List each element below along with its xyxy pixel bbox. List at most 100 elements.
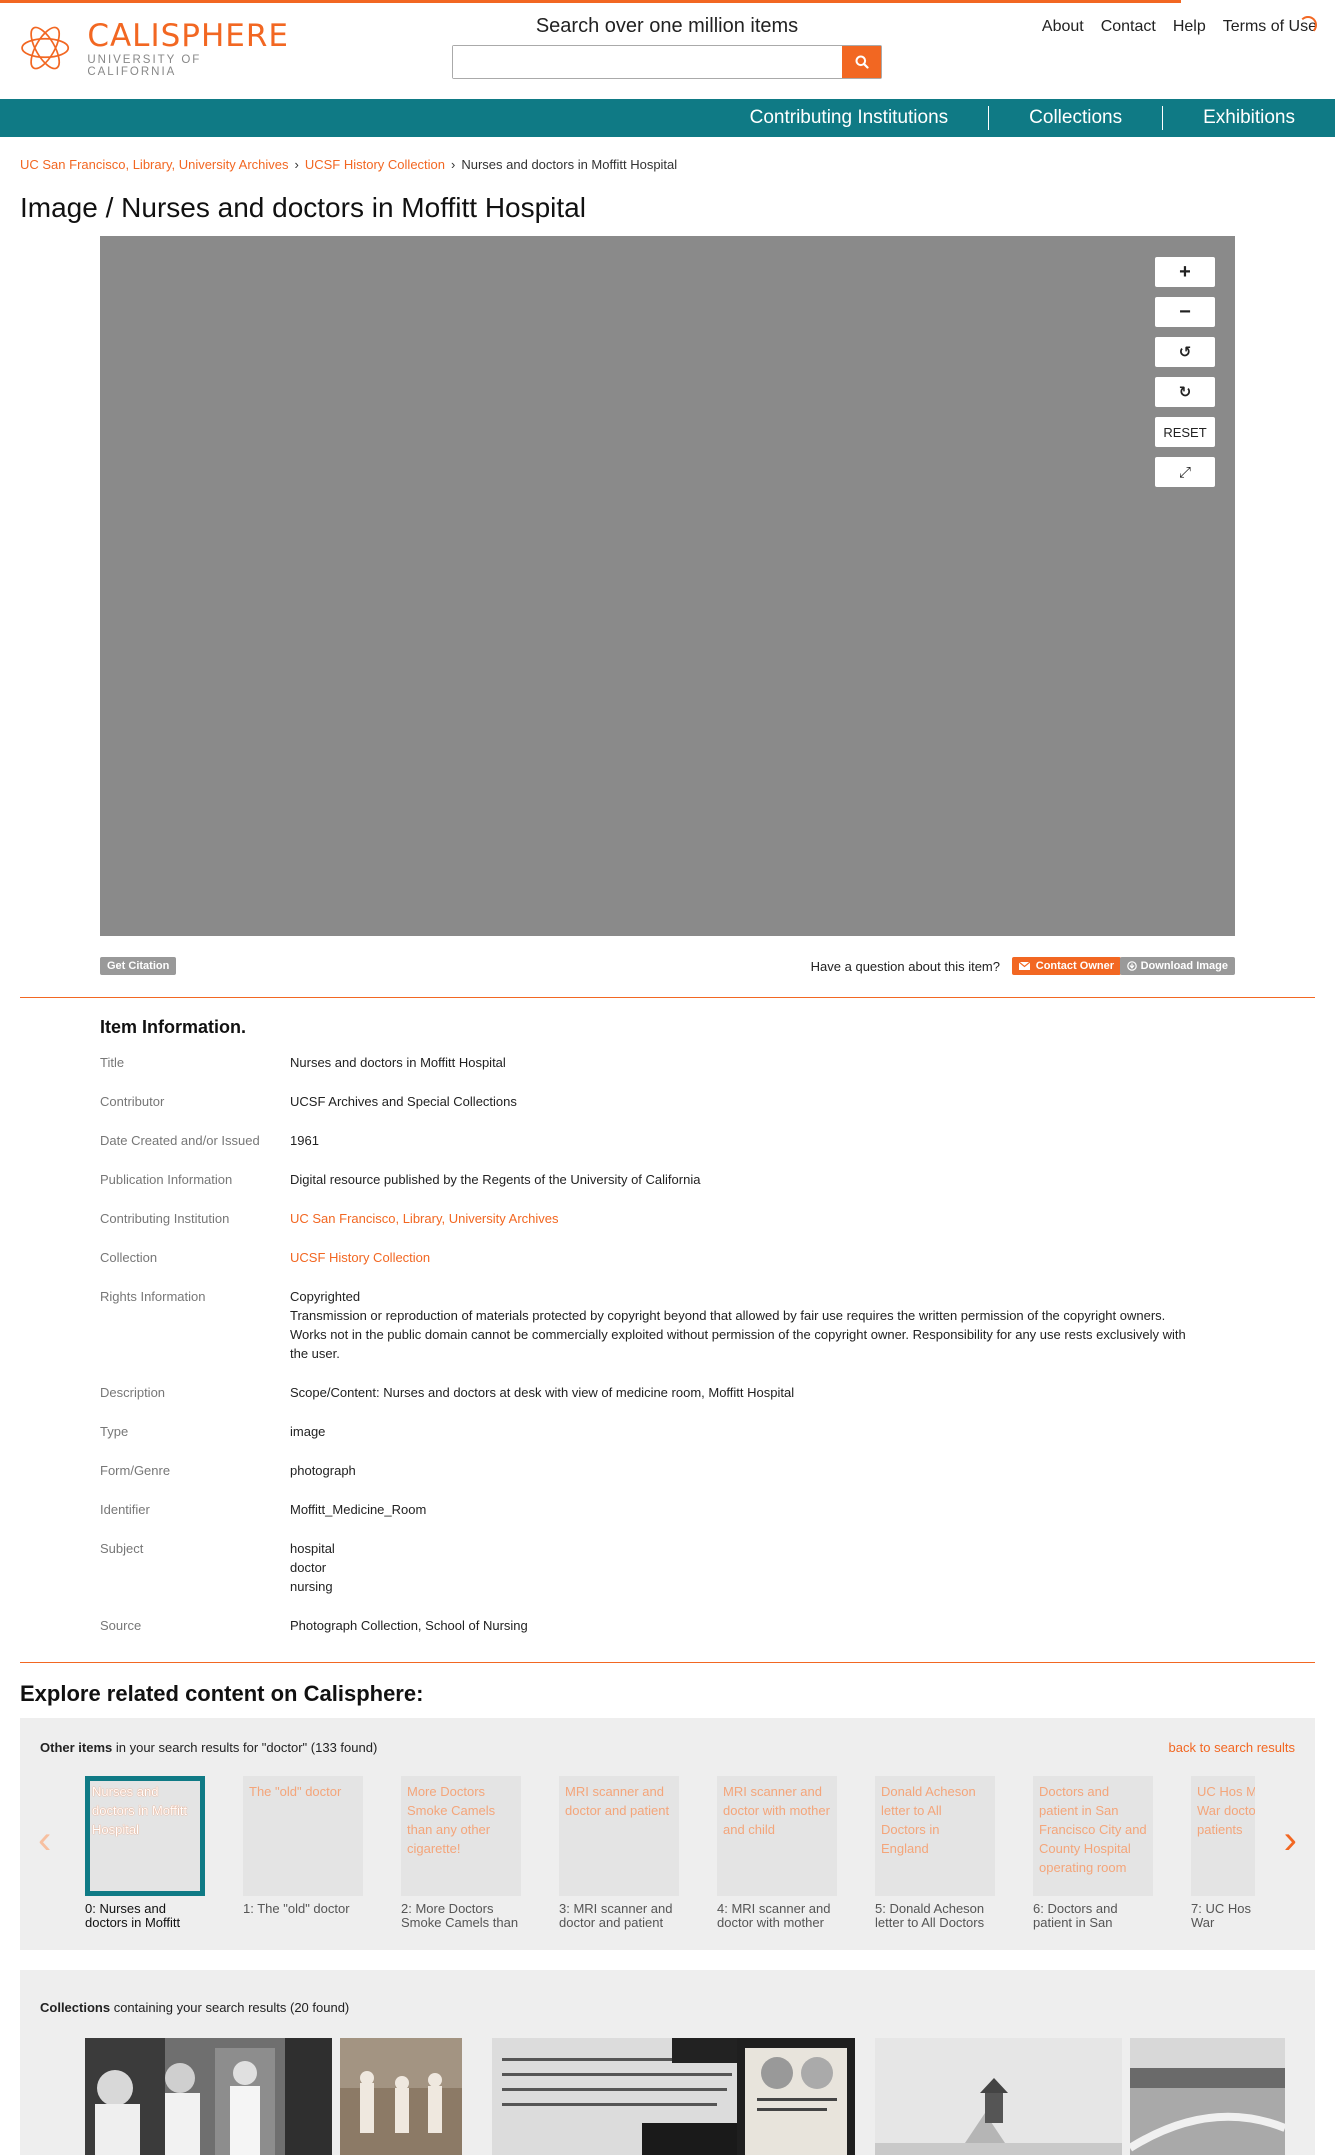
related-item-alt-text: Doctors and patient in San Francisco Cit…: [1039, 1784, 1147, 1875]
related-item-caption: 5: Donald Acheson letter to All Doctors: [875, 1902, 985, 1930]
rotate-right-button[interactable]: ↻: [1155, 377, 1215, 407]
info-value-link[interactable]: UCSF History Collection: [290, 1248, 1235, 1267]
about-link[interactable]: About: [1042, 18, 1084, 36]
breadcrumb: UC San Francisco, Library, University Ar…: [20, 157, 677, 172]
image-viewer[interactable]: + − ↺ ↻ RESET ⤢: [100, 236, 1235, 936]
info-value-link[interactable]: UC San Francisco, Library, University Ar…: [290, 1209, 1235, 1228]
info-row: Contributing Institution UC San Francisco…: [100, 1209, 1235, 1228]
related-items-heading: Other items in your search results for "…: [40, 1740, 377, 1755]
site-header: CALISPHERE UNIVERSITY OF CALIFORNIA Sear…: [0, 0, 1335, 99]
search-form: [452, 45, 882, 79]
collections-count: containing your search results (20 found…: [110, 2000, 350, 2015]
info-value: hospital doctor nursing: [290, 1541, 335, 1594]
nav-exhibitions[interactable]: Exhibitions: [1162, 106, 1335, 130]
related-items-carousel: Nurses and doctors in Moffitt Hospital 0:…: [85, 1776, 1255, 1936]
collection-thumbnail-image[interactable]: [492, 2038, 739, 2155]
divider: [20, 997, 1315, 998]
related-item-alt-text: MRI scanner and doctor and patient: [565, 1784, 670, 1818]
info-value: UCSF Archives and Special Collections: [290, 1094, 517, 1109]
zoom-in-button[interactable]: +: [1155, 257, 1215, 287]
info-label: Collection: [100, 1250, 158, 1265]
item-information-heading: Item Information.: [100, 1017, 247, 1037]
contact-owner-label: Contact Owner: [1035, 960, 1114, 972]
collection-thumbnail-image[interactable]: [340, 2038, 462, 2155]
collection-thumbnail-image[interactable]: [1130, 2038, 1285, 2155]
help-link[interactable]: Help: [1173, 18, 1206, 36]
related-item-caption: 6: Doctors and patient in San: [1033, 1902, 1118, 1930]
download-image-button[interactable]: Download Image: [1119, 957, 1235, 975]
get-citation-button[interactable]: Get Citation: [100, 957, 177, 975]
back-to-search-link[interactable]: back to search results: [1169, 1740, 1295, 1755]
related-item-image: UC Hos Men's War doctors, n patients: [1191, 1776, 1255, 1896]
related-item-thumbnail[interactable]: MRI scanner and doctor and patient 3: MRI…: [559, 1776, 679, 1930]
related-items-panel: Other items in your search results for "…: [20, 1718, 1315, 1950]
item-type-label: Image /: [20, 192, 114, 223]
search-input[interactable]: [453, 46, 842, 78]
search-heading: Search over one million items: [535, 15, 799, 37]
loading-spinner-icon: [1299, 16, 1317, 34]
collection-thumbnail-image[interactable]: [85, 2038, 332, 2155]
explore-heading: Explore related content on Calisphere:: [20, 1681, 424, 1706]
related-item-thumbnail[interactable]: More Doctors Smoke Camels than any other…: [401, 1776, 521, 1930]
related-item-thumbnail[interactable]: UC Hos Men's War doctors, n patients 7: U…: [1191, 1776, 1255, 1930]
calisphere-logo[interactable]: CALISPHERE UNIVERSITY OF CALIFORNIA: [19, 18, 289, 78]
rotate-left-button[interactable]: ↺: [1155, 337, 1215, 367]
envelope-icon: [1018, 962, 1030, 970]
info-row: Title Nurses and doctors in Moffitt Hospi…: [100, 1053, 1235, 1072]
related-item-thumbnail[interactable]: Doctors and patient in San Francisco Cit…: [1033, 1776, 1153, 1930]
breadcrumb-collection[interactable]: UCSF History Collection: [305, 157, 445, 172]
info-row: Contributor UCSF Archives and Special Col…: [100, 1092, 1235, 1111]
related-item-caption: 1: The "old" doctor: [243, 1902, 350, 1916]
info-value: Scope/Content: Nurses and doctors at des…: [290, 1385, 795, 1400]
related-item-image: Doctors and patient in San Francisco Cit…: [1033, 1776, 1153, 1896]
info-row: Identifier Moffitt_Medicine_Room: [100, 1500, 1235, 1519]
reset-button[interactable]: RESET: [1155, 417, 1215, 447]
info-value: 1961: [290, 1133, 319, 1148]
related-item-caption: 4: MRI scanner and doctor with mother: [717, 1902, 831, 1930]
info-label: Title: [100, 1055, 125, 1070]
collection-thumbnail-image[interactable]: [737, 2038, 855, 2155]
info-label: Rights Information: [100, 1289, 206, 1304]
download-icon: [1126, 961, 1137, 971]
breadcrumb-separator: ›: [294, 157, 299, 172]
item-information-table: Title Nurses and doctors in Moffitt Hospi…: [100, 1053, 1235, 1635]
download-image-label: Download Image: [1140, 960, 1228, 972]
info-value: photograph: [290, 1463, 356, 1478]
related-item-thumbnail[interactable]: Nurses and doctors in Moffitt Hospital 0:…: [85, 1776, 205, 1930]
zoom-out-button[interactable]: −: [1155, 297, 1215, 327]
page-title: Image / Nurses and doctors in Moffitt Ho…: [20, 192, 586, 224]
related-item-thumbnail[interactable]: MRI scanner and doctor with mother and c…: [717, 1776, 837, 1930]
info-row: Collection UCSF History Collection: [100, 1248, 1235, 1267]
carousel-next-icon[interactable]: ›: [1284, 1818, 1297, 1863]
breadcrumb-current: Nurses and doctors in Moffitt Hospital: [461, 157, 678, 172]
info-label: Source: [100, 1618, 142, 1633]
info-row: Description Scope/Content: Nurses and doc…: [100, 1383, 1235, 1402]
info-label: Subject: [100, 1541, 144, 1556]
collection-thumbnail-image[interactable]: [875, 2038, 1122, 2155]
breadcrumb-institution[interactable]: UC San Francisco, Library, University Ar…: [20, 157, 289, 172]
info-label: Type: [100, 1424, 129, 1439]
related-item-image: MRI scanner and doctor with mother and c…: [717, 1776, 837, 1896]
viewer-controls: + − ↺ ↻ RESET ⤢: [1155, 257, 1215, 487]
search-icon: [855, 55, 869, 69]
related-item-image: MRI scanner and doctor and patient: [559, 1776, 679, 1896]
related-item-thumbnail[interactable]: The "old" doctor 1: The "old" doctor: [243, 1776, 363, 1930]
related-item-caption: 7: UC Hos Men's War: [1191, 1902, 1255, 1930]
fullscreen-button[interactable]: ⤢: [1155, 457, 1215, 487]
related-item-alt-text: UC Hos Men's War doctors, n patients: [1197, 1784, 1255, 1837]
info-row: Publication Information Digital resource …: [100, 1170, 1235, 1189]
related-item-image: Nurses and doctors in Moffitt Hospital: [85, 1776, 205, 1896]
related-item-thumbnail[interactable]: Donald Acheson letter to All Doctors in …: [875, 1776, 995, 1930]
search-button[interactable]: [842, 46, 881, 78]
logo-wordmark: CALISPHERE: [87, 18, 289, 54]
nav-contributing-institutions[interactable]: Contributing Institutions: [700, 106, 989, 130]
info-value: Moffitt_Medicine_Room: [290, 1502, 427, 1517]
related-item-image: Donald Acheson letter to All Doctors in …: [875, 1776, 995, 1896]
carousel-prev-icon[interactable]: ‹: [38, 1818, 51, 1863]
contact-link[interactable]: Contact: [1101, 18, 1156, 36]
related-items-bold: Other items: [40, 1740, 113, 1755]
nav-collections[interactable]: Collections: [988, 106, 1162, 130]
info-value: Copyrighted Transmission or reproduction…: [290, 1289, 1186, 1361]
contact-owner-button[interactable]: Contact Owner: [1011, 957, 1121, 975]
related-item-caption: 0: Nurses and doctors in Moffitt: [85, 1902, 181, 1930]
